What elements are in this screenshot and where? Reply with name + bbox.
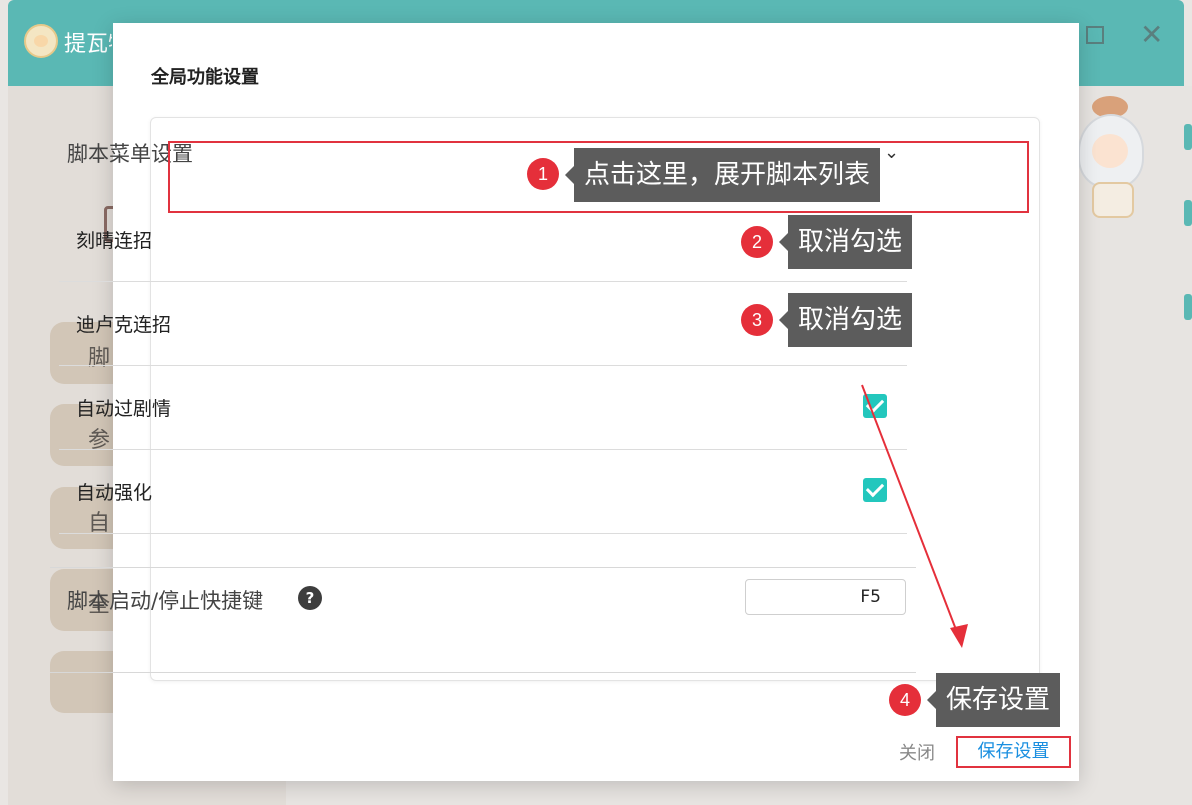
close-window-icon[interactable]: ✕	[1140, 20, 1163, 50]
step-callout: 保存设置	[926, 673, 1061, 727]
step-badge: 3	[741, 304, 773, 336]
step-callout: 点击这里，展开脚本列表	[564, 148, 881, 202]
right-panel-strip	[1176, 86, 1192, 805]
option-row: 自动过剧情	[59, 366, 907, 450]
step-callout: 取消勾选	[778, 293, 913, 347]
mascot-image	[1072, 90, 1148, 220]
section-divider	[50, 567, 916, 568]
option-label: 刻晴连招	[76, 230, 153, 252]
hotkey-input[interactable]: F5	[745, 579, 906, 615]
help-icon[interactable]: ?	[298, 586, 322, 610]
hotkey-label: 脚本启动/停止快捷键	[67, 589, 264, 613]
step-badge: 2	[741, 226, 773, 258]
step-badge: 1	[527, 158, 559, 190]
section-divider	[50, 672, 916, 673]
right-indicator	[1184, 200, 1192, 226]
save-settings-button[interactable]: 保存设置	[956, 736, 1071, 768]
right-indicator	[1184, 294, 1192, 320]
option-label: 自动强化	[76, 482, 153, 504]
option-checkbox[interactable]	[863, 394, 887, 418]
step-badge: 4	[889, 684, 921, 716]
option-label: 自动过剧情	[76, 398, 172, 420]
close-button[interactable]: 关闭	[899, 739, 935, 765]
app-title: 提瓦特	[64, 32, 112, 57]
option-row: 自动强化	[59, 450, 907, 534]
app-logo-icon	[24, 24, 58, 58]
option-label: 迪卢克连招	[76, 314, 172, 336]
option-checkbox[interactable]	[863, 478, 887, 502]
dialog-title: 全局功能设置	[151, 67, 259, 88]
step-callout: 取消勾选	[778, 215, 913, 269]
right-indicator	[1184, 124, 1192, 150]
maximize-icon[interactable]	[1086, 26, 1104, 44]
